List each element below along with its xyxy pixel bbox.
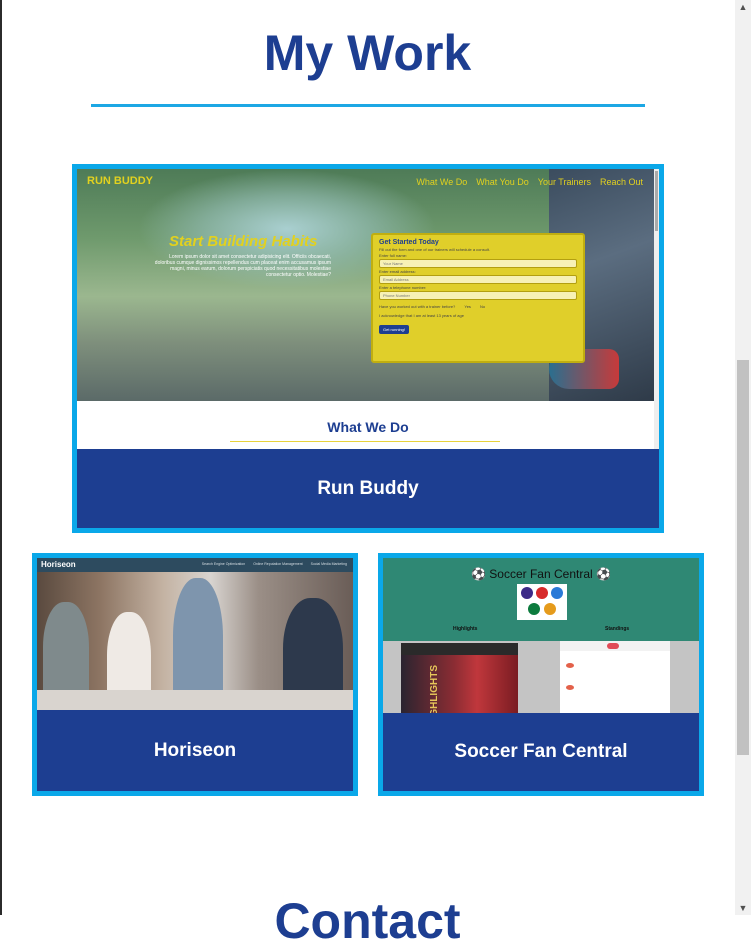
league-logo [521, 587, 533, 599]
screenshot-title-row: ⚽ Soccer Fan Central ⚽ [471, 567, 611, 581]
league-logo [551, 587, 563, 599]
project-card-run-buddy[interactable]: RUN BUDDY What We Do What You Do Your Tr… [72, 164, 664, 533]
screenshot-nav-item: Your Trainers [537, 177, 591, 187]
project-card-horiseon[interactable]: Horiseon Search Engine Optimization Onli… [32, 553, 358, 796]
screenshot-field-label: Enter email address: [379, 269, 416, 274]
league-logos [517, 584, 567, 620]
screenshot-nav: Search Engine Optimization Online Reputa… [202, 562, 347, 566]
photo-table [37, 690, 353, 710]
screenshot-nav-item: What We Do [416, 177, 468, 187]
screenshot-highlights-video: HIGHLIGHTS [401, 643, 518, 713]
scroll-down-arrow-icon[interactable]: ▼ [737, 901, 749, 915]
section-title-underline [91, 104, 645, 107]
section-title: My Work [263, 25, 472, 81]
screenshot-brand: RUN BUDDY [87, 175, 153, 187]
screenshot-hero-photo [37, 572, 353, 710]
screenshot-title: Soccer Fan Central [489, 567, 593, 581]
screenshot-button: Get running! [379, 325, 410, 334]
screenshot-nav-item: What You Do [476, 177, 529, 187]
league-logo [528, 603, 540, 615]
screenshot-scrollbar [654, 169, 659, 449]
screenshot-hero-text: Lorem ipsum dolor sit amet consectetur a… [154, 254, 331, 278]
screenshot-nav-item: Online Reputation Management [253, 562, 303, 566]
project-label: Horiseon [153, 739, 237, 761]
photo-person [43, 602, 89, 702]
screenshot-nav-item: Reach Out [599, 177, 643, 187]
project-screenshot: Horiseon Search Engine Optimization Onli… [37, 558, 353, 710]
screenshot-field: Your Name [379, 259, 577, 268]
screenshot-radio-yes: Yes [464, 304, 471, 309]
screenshot-form-title: Get Started Today [379, 239, 439, 246]
project-card-soccer-fan-central[interactable]: ⚽ Soccer Fan Central ⚽ Highlights Standi… [378, 553, 704, 796]
screenshot-standings-label: Standings [605, 626, 630, 632]
screenshot-highlights-label: Highlights [453, 626, 478, 632]
screenshot-checkbox-text: I acknowledge that I am at least 13 year… [379, 313, 464, 318]
screenshot-radio-question: Have you worked out with a trainer befor… [379, 304, 456, 309]
screenshot-section-title: What We Do [327, 419, 409, 435]
screenshot-field: Phone Number [379, 291, 577, 300]
screenshot-field-label: Enter full name: [379, 253, 408, 258]
standings-row [566, 663, 574, 668]
project-screenshot: ⚽ Soccer Fan Central ⚽ Highlights Standi… [383, 558, 699, 713]
screenshot-standings-widget [560, 641, 670, 713]
screenshot-field-label: Enter a telephone number: [379, 285, 427, 290]
video-highlights-text: HIGHLIGHTS [429, 665, 440, 713]
standings-row [566, 685, 574, 690]
screenshot-section-underline [230, 441, 500, 442]
page-scrollbar-thumb[interactable] [737, 360, 749, 755]
screenshot-field: Email Address [379, 275, 577, 284]
photo-person [173, 578, 223, 708]
video-frame [401, 655, 518, 713]
screenshot-nav-item: Social Media Marketing [310, 562, 347, 566]
standings-active-tab [607, 643, 619, 649]
league-logo [536, 587, 548, 599]
screenshot-hero-title: Start Building Habits [169, 233, 318, 250]
screenshot-brand: Horiseon [41, 560, 76, 569]
screenshot-nav: What We Do What You Do Your Trainers Rea… [416, 177, 643, 187]
scroll-up-arrow-icon[interactable]: ▲ [737, 0, 749, 14]
screenshot-nav-item: Search Engine Optimization [201, 562, 246, 566]
project-label: Run Buddy [317, 478, 419, 499]
screenshot-radio-no: No [480, 304, 486, 309]
window-left-edge [0, 0, 2, 915]
project-label: Soccer Fan Central [454, 741, 628, 762]
screenshot-radio-row: Have you worked out with a trainer befor… [379, 304, 577, 309]
screenshot-form-sub: Fill out the form and one of our trainer… [379, 247, 490, 252]
project-screenshot: RUN BUDDY What We Do What You Do Your Tr… [77, 169, 659, 450]
screenshot-form: Get Started Today Fill out the form and … [371, 233, 585, 363]
league-logo [544, 603, 556, 615]
next-section-title: Contact [274, 893, 461, 949]
